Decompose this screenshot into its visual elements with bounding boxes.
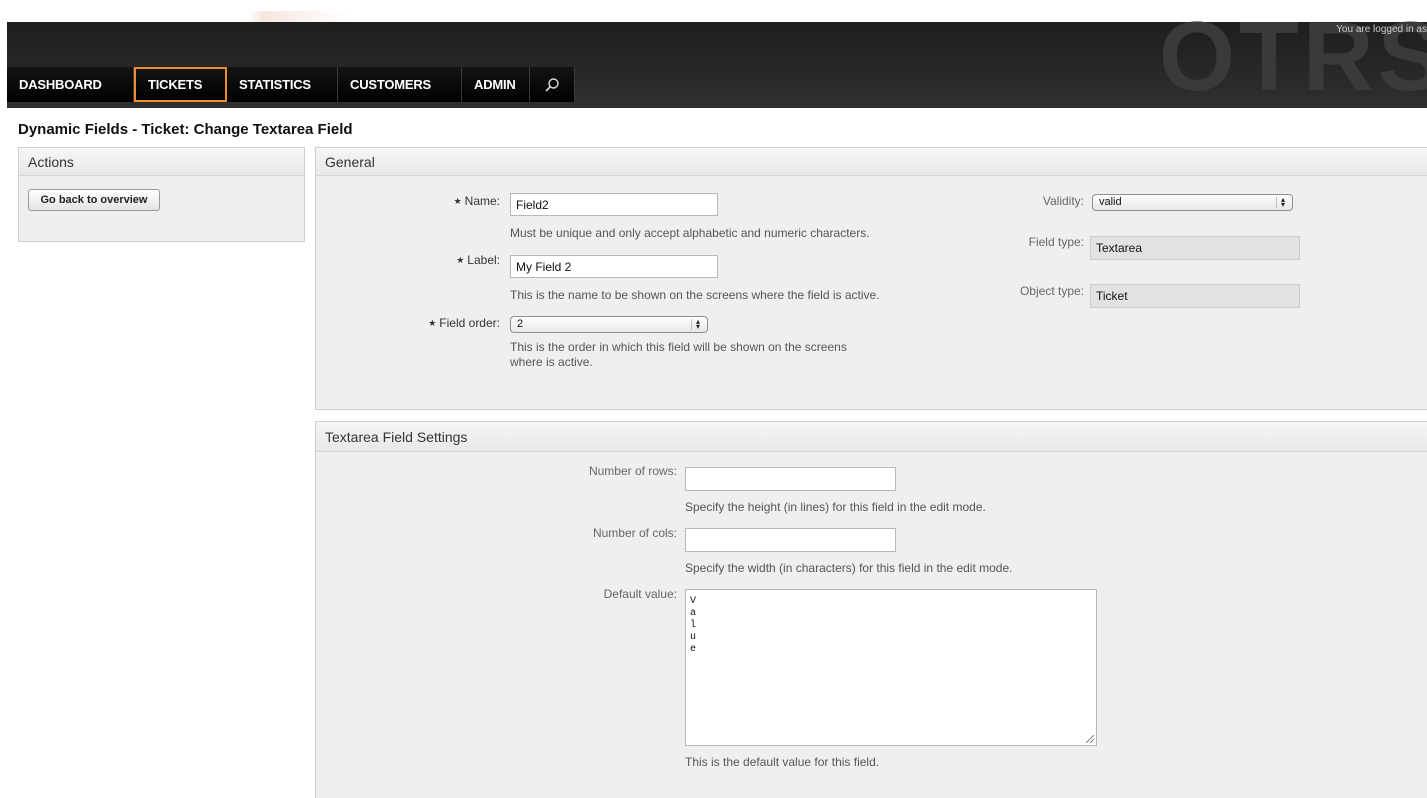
general-header: General [316,148,1427,176]
cols-hint: Specify the width (in characters) for th… [685,561,1013,575]
select-arrows-icon: ▴ ▾ [691,318,704,331]
select-arrows-icon: ▴ ▾ [1276,196,1289,209]
field-order-label-text: Field order: [439,316,500,330]
nav-customers[interactable]: Customers [338,67,462,102]
validity-label: Validity: [1042,194,1084,208]
actions-header: Actions [19,148,304,176]
label-input[interactable]: My Field 2 [510,255,718,278]
required-star-icon: ★ [453,196,462,206]
search-icon [545,77,559,92]
label-label-text: Label: [467,253,500,267]
login-status-text: You are logged in as [1336,24,1427,35]
textarea-settings-header: Textarea Field Settings [316,422,1427,452]
validity-value: valid [1099,196,1122,208]
name-label-text: Name: [464,194,500,208]
default-value-label: Default value: [603,587,677,601]
field-order-select[interactable]: 2 ▴ ▾ [510,316,708,333]
field-order-label: ★ Field order: [428,316,500,330]
field-order-value: 2 [517,318,524,330]
default-value-hint: This is the default value for this field… [685,755,880,769]
page-title: Dynamic Fields - Ticket: Change Textarea… [18,121,353,138]
nav-dashboard[interactable]: Dashboard [7,67,134,102]
name-hint: Must be unique and only accept alphabeti… [510,226,870,240]
rows-hint: Specify the height (in lines) for this f… [685,500,986,514]
label-hint: This is the name to be shown on the scre… [510,288,880,302]
label-label: ★ Label: [456,253,500,267]
cols-input[interactable] [685,528,896,552]
general-widget: General [315,147,1427,410]
nav-search[interactable] [530,67,575,102]
field-order-hint: This is the order in which this field wi… [510,340,847,370]
rows-input[interactable] [685,467,896,491]
main-navigation: Dashboard Tickets Statistics Customers A… [7,67,575,102]
top-header: OTRS You are logged in as Dashboard Tick… [7,11,1427,108]
validity-select[interactable]: valid ▴ ▾ [1092,194,1293,211]
default-value-text: V a l u e [690,596,697,655]
object-type-label: Object type: [1019,284,1084,298]
name-input[interactable]: Field2 [510,193,718,216]
field-order-hint-line1: This is the order in which this field wi… [510,340,847,354]
name-label: ★ Name: [454,194,500,208]
field-type-label: Field type: [1028,235,1084,249]
object-type-value: Ticket [1090,284,1300,308]
field-type-value: Textarea [1090,236,1300,260]
resize-grip-icon[interactable] [1086,735,1094,743]
go-back-button[interactable]: Go back to overview [28,189,160,211]
field-order-hint-line2: where is active. [510,355,593,369]
required-star-icon: ★ [456,255,465,265]
default-value-textarea[interactable]: V a l u e [685,589,1097,746]
actions-widget: Actions Go back to overview [18,147,305,242]
required-star-icon: ★ [428,318,437,328]
rows-label: Number of rows: [588,464,677,478]
nav-tickets[interactable]: Tickets [134,67,227,102]
nav-statistics[interactable]: Statistics [227,67,338,102]
nav-admin[interactable]: Admin [462,67,530,102]
cols-label: Number of cols: [592,526,677,540]
